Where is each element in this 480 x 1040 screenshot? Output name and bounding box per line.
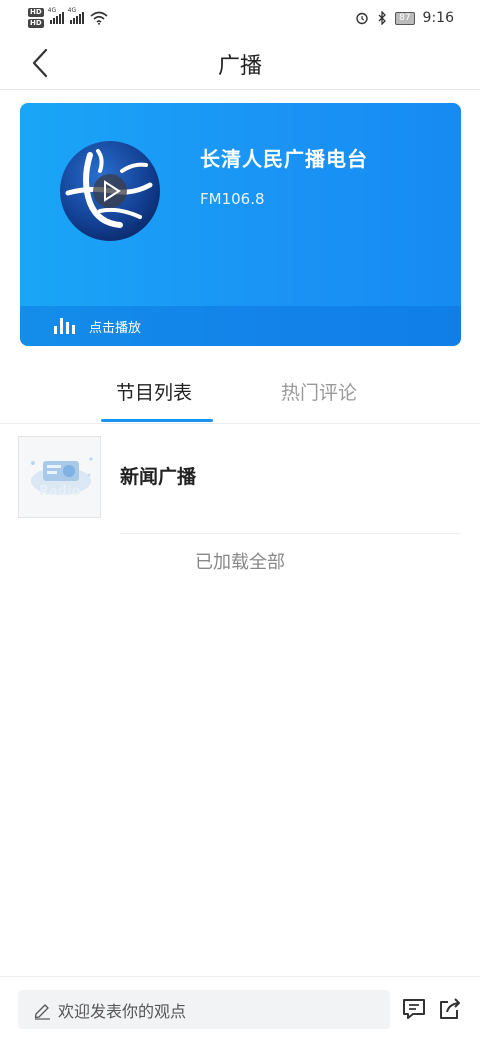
- thumb-label: Radio: [39, 484, 81, 499]
- status-bar: HD HD 4G 4G 87 9:16: [0, 0, 480, 36]
- status-left: HD HD 4G 4G: [28, 7, 108, 28]
- hd-indicators: HD HD: [28, 8, 44, 28]
- signal-icon: 4G: [68, 7, 84, 24]
- program-title: 新闻广播: [120, 466, 197, 488]
- station-frequency: FM106.8: [200, 190, 265, 208]
- battery-level: 87: [395, 11, 415, 25]
- tab-comments[interactable]: 热门评论: [281, 378, 357, 405]
- network-type: 4G: [47, 7, 57, 14]
- radio-thumbnail-icon: Radio: [31, 457, 93, 499]
- signal-icon: 4G: [48, 7, 64, 24]
- nav-bar: 广播: [0, 36, 480, 90]
- screen: HD HD 4G 4G 87 9:16 广播 长清人民广播电台 FM106.8 …: [0, 0, 480, 1040]
- divider: [120, 533, 460, 534]
- hd-badge: HD: [28, 19, 44, 28]
- tab-bar: 节目列表 热门评论: [0, 358, 480, 424]
- comment-placeholder: 欢迎发表你的观点: [58, 1001, 187, 1021]
- station-card[interactable]: 长清人民广播电台 FM106.8 点击播放: [20, 103, 461, 346]
- wifi-icon: [90, 11, 108, 25]
- share-icon: [440, 998, 460, 1019]
- bluetooth-icon: [378, 11, 387, 25]
- play-label: 点击播放: [89, 320, 142, 336]
- station-logo[interactable]: [60, 141, 160, 241]
- play-bar[interactable]: 点击播放: [20, 306, 461, 346]
- program-thumbnail: Radio: [18, 436, 101, 518]
- tab-indicator: [101, 419, 213, 422]
- station-name: 长清人民广播电台: [200, 147, 368, 171]
- hd-badge: HD: [28, 8, 44, 17]
- share-button[interactable]: [436, 995, 464, 1023]
- network-type: 4G: [67, 7, 77, 14]
- page-title: 广播: [217, 54, 262, 79]
- pencil-icon: [34, 1003, 50, 1020]
- play-overlay[interactable]: [93, 174, 127, 208]
- comments-button[interactable]: [400, 995, 428, 1023]
- comment-input[interactable]: 欢迎发表你的观点: [18, 990, 390, 1029]
- clock: 9:16: [422, 10, 454, 26]
- message-icon: [403, 999, 425, 1019]
- status-right: 87 9:16: [355, 10, 454, 26]
- audio-bars-icon: [54, 318, 75, 334]
- list-end-text: 已加载全部: [195, 552, 285, 573]
- tab-programs[interactable]: 节目列表: [116, 378, 192, 405]
- alarm-icon: [356, 12, 368, 25]
- list-item[interactable]: Radio 新闻广播: [0, 424, 480, 534]
- bottom-bar: 欢迎发表你的观点: [0, 976, 480, 1040]
